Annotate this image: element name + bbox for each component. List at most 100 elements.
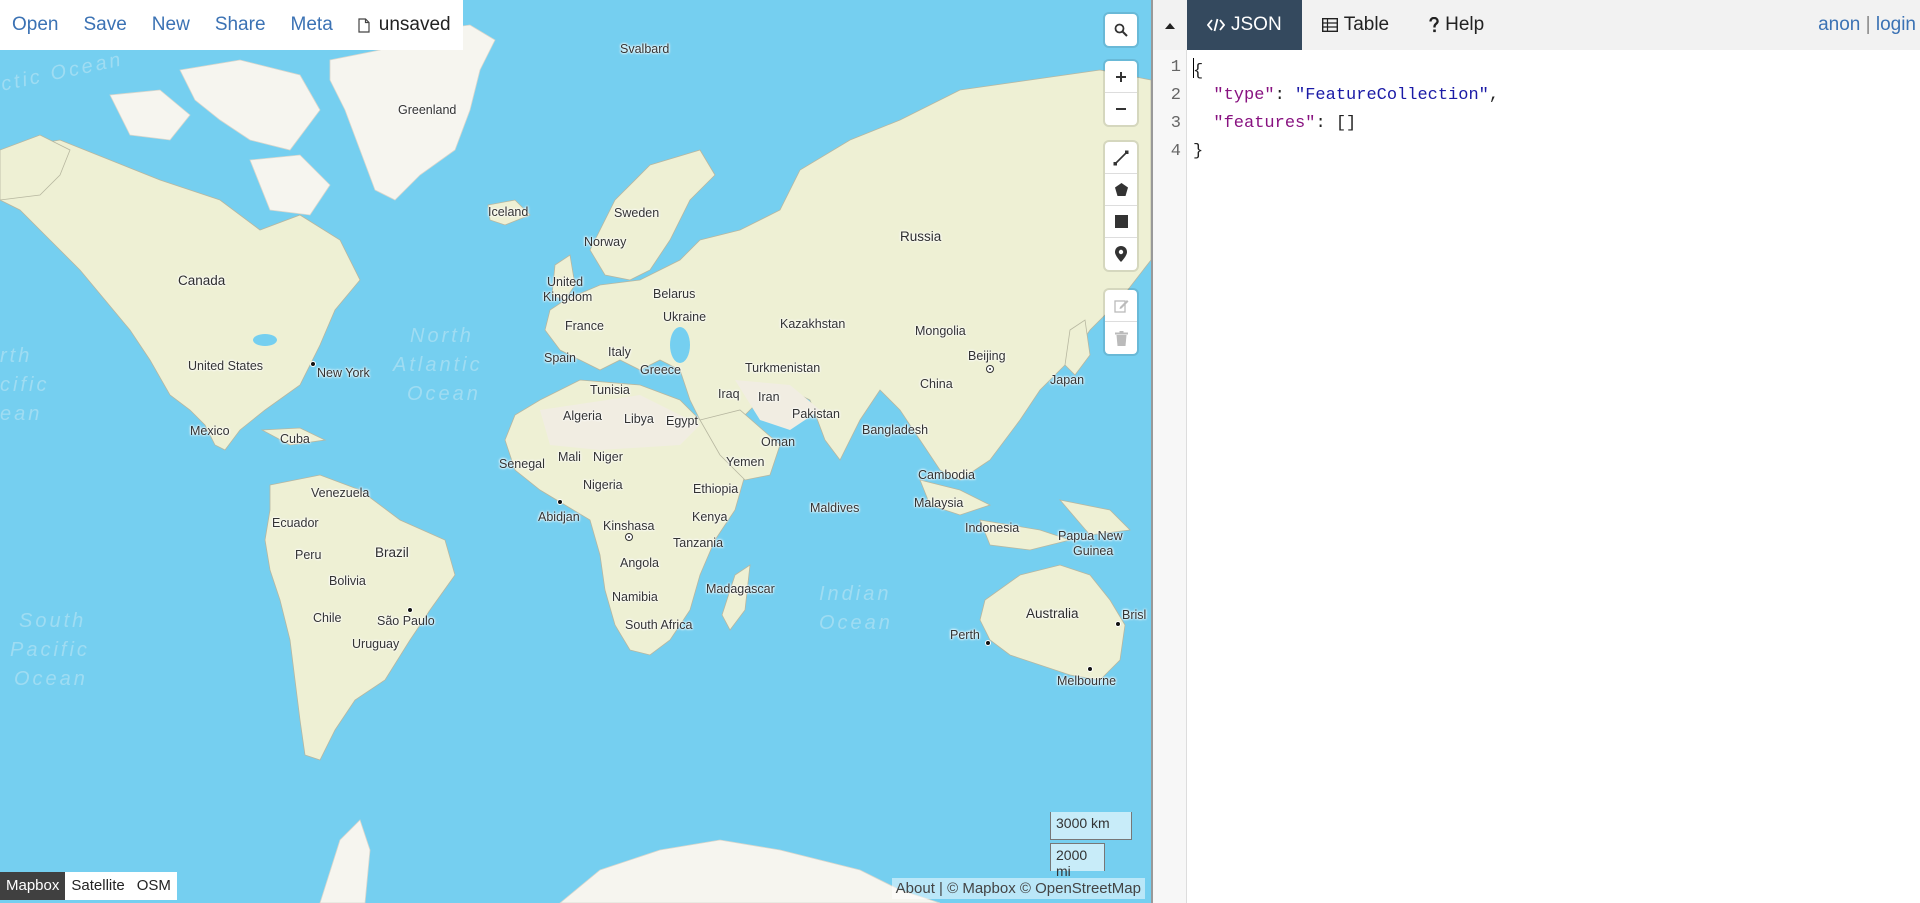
login-link[interactable]: login — [1876, 14, 1916, 35]
map-label: Madagascar — [706, 582, 775, 596]
line-gutter: 1 2 3 4 — [1153, 50, 1187, 903]
edit-icon — [1113, 300, 1128, 313]
open-button[interactable]: Open — [12, 14, 58, 36]
line-number: 2 — [1170, 86, 1181, 105]
json-editor[interactable]: 1 2 3 4 { "type": "FeatureCollection", "… — [1153, 50, 1920, 903]
map-label: France — [565, 319, 604, 333]
map-view[interactable]: Greenland Svalbard Iceland Sweden Norway… — [0, 0, 1151, 903]
ocean-label: North — [410, 325, 474, 347]
map-label: Greece — [640, 363, 681, 377]
code-line[interactable]: { — [1193, 58, 1203, 81]
ocean-label: Ocean — [819, 612, 893, 634]
map-label: Norway — [584, 235, 627, 249]
panel-tab-bar: JSON Table Help anon | login — [1153, 0, 1920, 50]
map-label: Yemen — [726, 455, 765, 469]
map-label: Namibia — [612, 590, 658, 604]
layer-mapbox-button[interactable]: Mapbox — [0, 872, 66, 900]
question-icon — [1429, 17, 1439, 33]
map-label: Algeria — [563, 409, 602, 423]
anon-link[interactable]: anon — [1818, 14, 1860, 35]
map-label: South Africa — [625, 618, 693, 632]
map-label: Beijing — [968, 349, 1006, 363]
code-token: , — [1488, 86, 1500, 105]
file-menu: Open Save New Share Meta unsaved — [0, 0, 463, 50]
code-token: { — [1193, 62, 1204, 81]
map-label: United — [547, 275, 584, 289]
tab-help[interactable]: Help — [1409, 0, 1504, 50]
draw-rectangle-button[interactable] — [1105, 206, 1137, 238]
map-label: Kinshasa — [603, 519, 655, 533]
search-control — [1105, 14, 1137, 46]
map-label: Uruguay — [352, 637, 400, 651]
draw-line-button[interactable] — [1105, 142, 1137, 174]
map-label: Cuba — [280, 432, 310, 446]
file-status-label: unsaved — [378, 14, 451, 35]
map-label: Turkmenistan — [745, 361, 821, 375]
map-label: Svalbard — [620, 42, 670, 56]
tab-json[interactable]: JSON — [1187, 0, 1302, 50]
draw-marker-button[interactable] — [1105, 238, 1137, 270]
map-label: Melbourne — [1057, 674, 1117, 688]
mapbox-attribution-link[interactable]: © Mapbox — [947, 880, 1016, 897]
map-label: Ethiopia — [693, 482, 739, 496]
draw-polygon-button[interactable] — [1105, 174, 1137, 206]
attribution-separator: | — [934, 880, 948, 897]
osm-attribution-link[interactable]: © OpenStreetMap — [1020, 880, 1141, 897]
scale-km: 3000 km — [1050, 812, 1132, 840]
ocean-label: Indian — [819, 583, 892, 605]
code-token: "type" — [1213, 86, 1275, 105]
code-line[interactable]: } — [1193, 142, 1203, 161]
trash-icon — [1114, 330, 1128, 346]
city-marker — [985, 640, 991, 646]
map-label: Indonesia — [965, 521, 1020, 535]
ocean-label: Atlantic — [393, 354, 483, 376]
collapse-panel-button[interactable] — [1153, 0, 1187, 50]
code-line[interactable]: "type": "FeatureCollection", — [1193, 86, 1499, 105]
share-button[interactable]: Share — [215, 14, 266, 36]
about-link[interactable]: About — [896, 880, 935, 897]
ocean-label: Pacific — [10, 639, 90, 661]
draw-control — [1105, 142, 1137, 270]
code-token: "features" — [1213, 114, 1316, 133]
map-label: Ukraine — [663, 310, 707, 324]
map-label: Iceland — [488, 205, 529, 219]
map-label: New York — [317, 366, 370, 380]
map-label: Bolivia — [329, 574, 366, 588]
app-root: Greenland Svalbard Iceland Sweden Norway… — [0, 0, 1920, 903]
map-label: Abidjan — [538, 510, 580, 524]
document-icon — [358, 17, 370, 33]
search-icon — [1114, 23, 1128, 37]
code-line[interactable]: "features": [] — [1193, 114, 1356, 133]
map-label: Brazil — [375, 545, 409, 560]
line-icon — [1113, 150, 1129, 165]
delete-button[interactable] — [1105, 322, 1137, 354]
tab-table[interactable]: Table — [1302, 0, 1409, 50]
zoom-in-button[interactable] — [1105, 61, 1137, 93]
code-token: : — [1274, 86, 1296, 105]
edit-button[interactable] — [1105, 290, 1137, 322]
layer-osm-button[interactable]: OSM — [131, 872, 177, 900]
file-status[interactable]: unsaved — [358, 14, 451, 36]
save-button[interactable]: Save — [83, 14, 126, 36]
square-icon — [1114, 215, 1128, 228]
ocean-label: rth — [0, 345, 33, 367]
map-label: Russia — [900, 229, 942, 244]
plus-icon — [1116, 71, 1126, 82]
layer-satellite-button[interactable]: Satellite — [65, 872, 130, 900]
map-label: Pakistan — [792, 407, 840, 421]
map-label: Papua New — [1058, 529, 1123, 543]
map-label: Mexico — [190, 424, 230, 438]
code-icon — [1207, 18, 1225, 32]
edit-control — [1105, 290, 1137, 354]
meta-button[interactable]: Meta — [291, 14, 333, 36]
ocean-label: Ocean — [407, 383, 481, 405]
ocean-label: ean — [0, 403, 43, 425]
tab-json-label: JSON — [1231, 14, 1282, 35]
capital-marker — [986, 365, 994, 373]
new-button[interactable]: New — [152, 14, 190, 36]
city-marker — [407, 607, 413, 613]
map-label: Australia — [1026, 606, 1079, 621]
map-label: Venezuela — [311, 486, 370, 500]
search-button[interactable] — [1105, 14, 1137, 46]
zoom-out-button[interactable] — [1105, 93, 1137, 125]
